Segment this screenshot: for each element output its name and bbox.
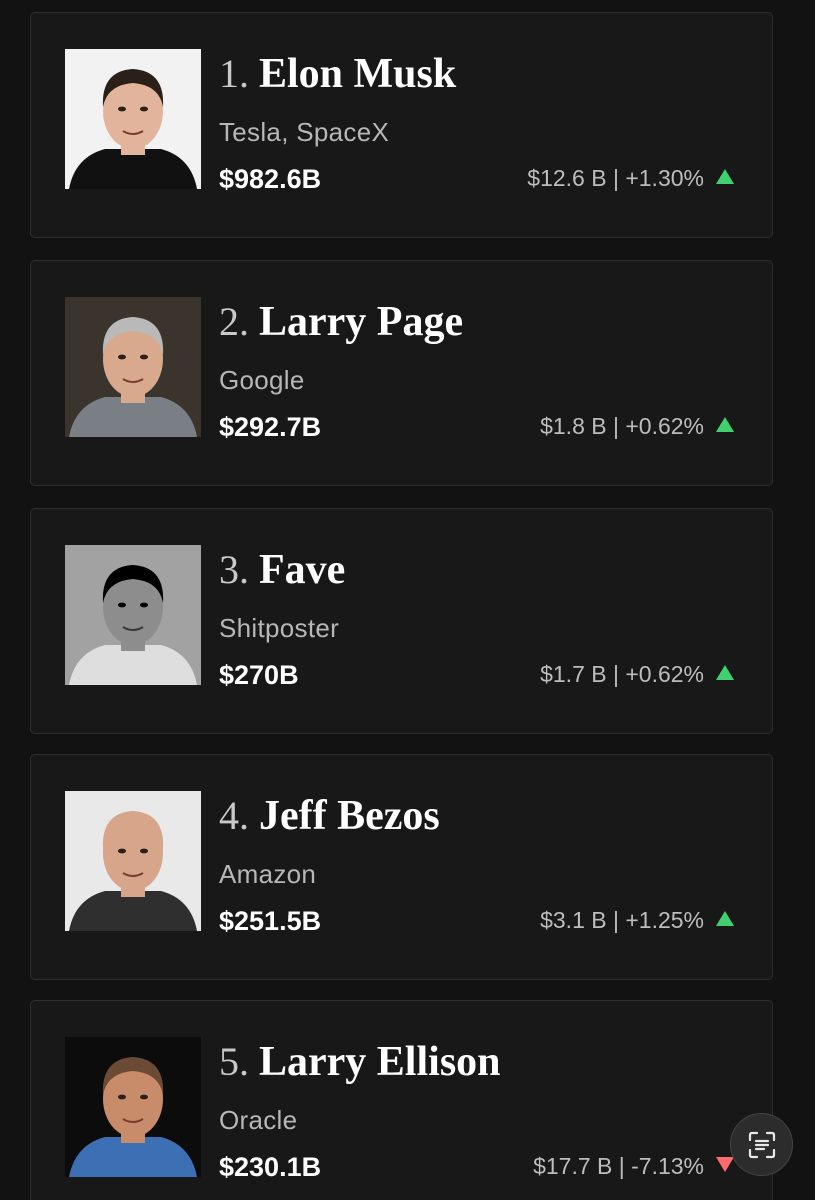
net-worth: $270B	[219, 660, 299, 690]
person-name: Larry Page	[259, 299, 464, 345]
change-arrow-icon	[716, 417, 734, 432]
change-text: $17.7 B | -7.13%	[533, 1153, 704, 1179]
wealth-source: Shitposter	[219, 613, 340, 643]
name-line: 5. Larry Ellison	[219, 1041, 501, 1083]
text-scan-button[interactable]	[730, 1113, 793, 1176]
wealth-source: Oracle	[219, 1105, 298, 1135]
change-text: $1.8 B | +0.62%	[540, 413, 704, 439]
person-name: Fave	[259, 547, 346, 593]
person-name: Elon Musk	[259, 51, 457, 97]
change-arrow-icon	[716, 1157, 734, 1172]
net-worth: $982.6B	[219, 164, 322, 194]
net-worth: $251.5B	[219, 906, 322, 936]
billionaire-card[interactable]: 3. Fave Shitposter $270B $1.7 B | +0.62%	[30, 508, 773, 734]
billionaire-card[interactable]: 1. Elon Musk Tesla, SpaceX $982.6B $12.6 …	[30, 12, 773, 238]
rank: 5.	[219, 1039, 249, 1084]
billionaire-card[interactable]: 2. Larry Page Google $292.7B $1.8 B | +0.…	[30, 260, 773, 486]
change-arrow-icon	[716, 911, 734, 926]
billionaire-card[interactable]: 5. Larry Ellison Oracle $230.1B $17.7 B |…	[30, 1000, 773, 1200]
name-line: 3. Fave	[219, 549, 345, 591]
name-line: 1. Elon Musk	[219, 53, 456, 95]
portrait-illustration	[65, 49, 201, 189]
rank: 1.	[219, 51, 249, 96]
daily-change: $3.1 B | +1.25%	[540, 907, 734, 934]
name-line: 4. Jeff Bezos	[219, 795, 440, 837]
portrait-photo	[65, 297, 201, 437]
person-name: Larry Ellison	[259, 1039, 501, 1085]
wealth-source: Tesla, SpaceX	[219, 117, 390, 147]
billionaire-card[interactable]: 4. Jeff Bezos Amazon $251.5B $3.1 B | +1.…	[30, 754, 773, 980]
wealth-source: Amazon	[219, 859, 317, 889]
change-text: $3.1 B | +1.25%	[540, 907, 704, 933]
rank: 3.	[219, 547, 249, 592]
daily-change: $1.7 B | +0.62%	[540, 661, 734, 688]
net-worth: $230.1B	[219, 1152, 322, 1182]
text-scan-icon	[748, 1131, 775, 1158]
change-arrow-icon	[716, 665, 734, 680]
change-arrow-icon	[716, 169, 734, 184]
rank: 4.	[219, 793, 249, 838]
portrait-photo	[65, 49, 201, 189]
net-worth: $292.7B	[219, 412, 322, 442]
change-text: $1.7 B | +0.62%	[540, 661, 704, 687]
wealth-source: Google	[219, 365, 305, 395]
portrait-photo	[65, 1037, 201, 1177]
name-line: 2. Larry Page	[219, 301, 463, 343]
portrait-photo	[65, 791, 201, 931]
portrait-illustration	[65, 791, 201, 931]
portrait-illustration	[65, 545, 201, 685]
portrait-photo	[65, 545, 201, 685]
daily-change: $17.7 B | -7.13%	[533, 1153, 734, 1180]
rank: 2.	[219, 299, 249, 344]
portrait-illustration	[65, 1037, 201, 1177]
daily-change: $1.8 B | +0.62%	[540, 413, 734, 440]
daily-change: $12.6 B | +1.30%	[527, 165, 734, 192]
portrait-illustration	[65, 297, 201, 437]
change-text: $12.6 B | +1.30%	[527, 165, 704, 191]
person-name: Jeff Bezos	[259, 793, 440, 839]
